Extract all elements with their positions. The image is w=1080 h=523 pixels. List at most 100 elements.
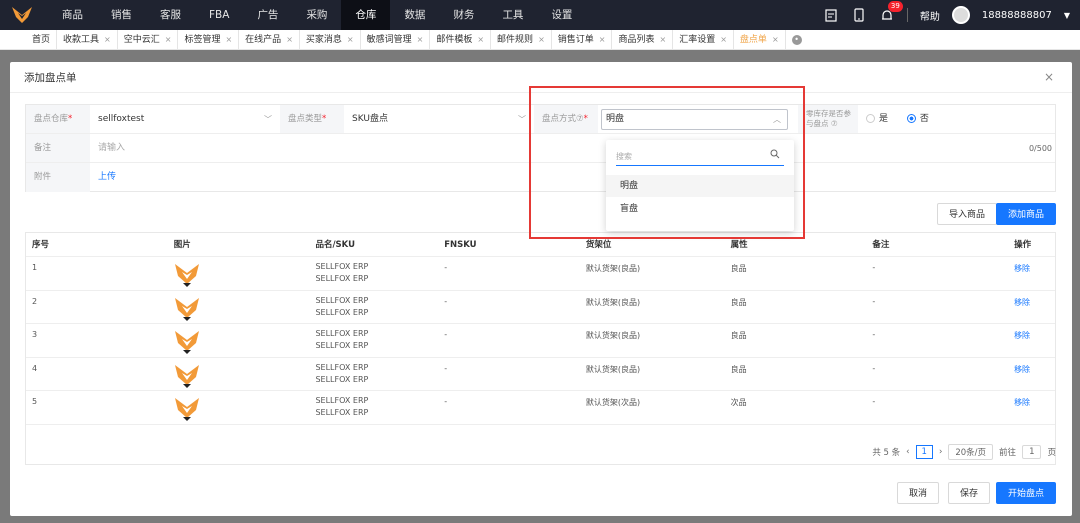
tab[interactable]: 首页 bbox=[26, 29, 58, 50]
tab[interactable]: 邮件规则 × bbox=[491, 29, 552, 50]
tab[interactable]: 在线产品 × bbox=[239, 29, 300, 50]
tab-label: 空中云汇 bbox=[123, 34, 160, 45]
tab[interactable]: 买家消息 × bbox=[300, 29, 361, 50]
row-image bbox=[168, 391, 310, 424]
nav-item[interactable]: 采购 bbox=[292, 0, 341, 30]
nav-item[interactable]: 销售 bbox=[97, 0, 146, 30]
tab-more-icon[interactable]: • bbox=[791, 34, 802, 45]
close-icon[interactable]: × bbox=[772, 30, 779, 50]
mobile-icon[interactable] bbox=[851, 7, 867, 23]
nav-item[interactable]: 工具 bbox=[488, 0, 537, 30]
type-label: 盘点类型* bbox=[280, 105, 344, 133]
page-number[interactable]: 1 bbox=[915, 445, 933, 459]
remove-link[interactable]: 移除 bbox=[1008, 291, 1055, 324]
row-shelf: 默认货架(良品) bbox=[585, 364, 641, 374]
product-sku: SELLFOX ERP bbox=[315, 274, 369, 283]
page-size-select[interactable]: 20条/页 bbox=[948, 444, 994, 460]
tab[interactable]: 敏感词管理 × bbox=[361, 29, 431, 50]
nav-item[interactable]: 仓库 bbox=[341, 0, 391, 30]
tab[interactable]: 汇率设置 × bbox=[673, 29, 734, 50]
row-remark: - bbox=[872, 263, 876, 272]
close-icon[interactable]: × bbox=[660, 30, 667, 50]
user-phone[interactable]: 18888888807 bbox=[982, 10, 1052, 21]
tab[interactable]: 销售订单 × bbox=[552, 29, 613, 50]
close-icon[interactable]: × bbox=[165, 30, 172, 50]
cancel-button[interactable]: 取消 bbox=[896, 482, 939, 504]
product-name: SELLFOX ERP bbox=[315, 329, 369, 338]
row-attr: 良品 bbox=[730, 331, 747, 340]
table-row: 4 SELLFOX ERP SELLFOX ERP - 默认货架(良品) 良品 - 移除 bbox=[26, 358, 1055, 391]
close-icon[interactable]: × bbox=[477, 30, 484, 50]
chevron-down-icon[interactable]: ▼ bbox=[1064, 11, 1070, 20]
row-fnsku: - bbox=[444, 263, 448, 272]
warehouse-select[interactable]: sellfoxtest ﹀ bbox=[90, 105, 280, 133]
tab[interactable]: 盘点单 × bbox=[734, 29, 786, 50]
remove-link[interactable]: 移除 bbox=[1008, 358, 1055, 391]
task-icon[interactable] bbox=[823, 7, 839, 23]
row-name-sku: SELLFOX ERP SELLFOX ERP bbox=[309, 391, 438, 424]
row-remark: - bbox=[872, 330, 876, 339]
bell-icon[interactable]: 39 bbox=[879, 1, 903, 23]
highlight-box bbox=[529, 86, 805, 239]
table-row: 5 SELLFOX ERP SELLFOX ERP - 默认货架(次品) 次品 - 移除 bbox=[26, 391, 1055, 425]
start-inventory-button[interactable]: 开始盘点 bbox=[995, 482, 1056, 504]
row-image bbox=[168, 291, 310, 324]
nav-item[interactable]: 财务 bbox=[439, 0, 488, 30]
upload-link[interactable]: 上传 bbox=[90, 163, 116, 192]
nav-item[interactable]: 广告 bbox=[243, 0, 292, 30]
close-icon[interactable]: × bbox=[1044, 70, 1054, 84]
table-row: 2 SELLFOX ERP SELLFOX ERP - 默认货架(良品) 良品 - 移除 bbox=[26, 291, 1055, 324]
row-shelf: 默认货架(良品) bbox=[585, 264, 641, 273]
row-fnsku: - bbox=[444, 330, 448, 339]
tab[interactable]: 空中云汇 × bbox=[118, 29, 179, 50]
nav-item[interactable]: 数据 bbox=[390, 0, 439, 30]
divider bbox=[906, 8, 908, 22]
chevron-down-icon: ﹀ bbox=[264, 115, 272, 124]
close-icon[interactable]: × bbox=[286, 30, 293, 50]
logo-icon[interactable] bbox=[0, 0, 44, 30]
remove-link[interactable]: 移除 bbox=[1008, 324, 1055, 357]
nav-item[interactable]: 设置 bbox=[537, 0, 586, 30]
tab-label: 商品列表 bbox=[618, 34, 655, 45]
goto-label: 前往 bbox=[999, 448, 1017, 458]
close-icon[interactable]: × bbox=[225, 30, 232, 50]
tab[interactable]: 收款工具 × bbox=[57, 29, 118, 50]
help-link[interactable]: 帮助 bbox=[920, 8, 940, 23]
nav-item[interactable]: 商品 bbox=[48, 0, 97, 30]
add-goods-button[interactable]: 添加商品 bbox=[995, 203, 1056, 225]
close-icon[interactable]: × bbox=[104, 30, 111, 50]
tab-label: 邮件模板 bbox=[436, 34, 473, 45]
tab[interactable]: 邮件模板 × bbox=[430, 29, 492, 50]
top-nav: 商品 销售 客服 FBA 广告 采购 仓库 数据 财务 工具 设置 39 帮助 1888888880… bbox=[0, 0, 1080, 30]
product-thumbnail-icon bbox=[174, 261, 200, 287]
radio-no[interactable] bbox=[906, 114, 916, 123]
close-icon[interactable]: × bbox=[417, 30, 424, 50]
tab[interactable]: 标签管理 × bbox=[178, 29, 240, 50]
close-icon[interactable]: × bbox=[538, 30, 545, 50]
warehouse-label: 盘点仓库* bbox=[26, 105, 90, 133]
avatar[interactable] bbox=[951, 6, 970, 24]
save-button[interactable]: 保存 bbox=[947, 482, 990, 504]
row-image bbox=[168, 257, 310, 290]
row-remark: - bbox=[872, 296, 876, 306]
import-goods-button[interactable]: 导入商品 bbox=[936, 203, 997, 225]
type-select[interactable]: SKU盘点 ﹀ bbox=[344, 105, 534, 133]
close-icon[interactable]: × bbox=[720, 30, 727, 50]
col-header: 备注 bbox=[872, 240, 890, 250]
radio-yes-label: 是 bbox=[879, 114, 889, 124]
radio-yes[interactable] bbox=[866, 114, 875, 123]
goto-input[interactable]: 1 bbox=[1022, 445, 1042, 459]
close-icon[interactable]: × bbox=[599, 30, 606, 50]
tab-label: 买家消息 bbox=[305, 34, 342, 45]
col-header: 品名/SKU bbox=[315, 240, 356, 250]
close-icon[interactable]: × bbox=[347, 30, 354, 50]
attach-label: 附件 bbox=[26, 163, 90, 192]
nav-item[interactable]: 客服 bbox=[146, 0, 195, 30]
prev-page-icon[interactable]: ‹ bbox=[906, 447, 909, 457]
tab-label: 邮件规则 bbox=[497, 34, 534, 45]
tab[interactable]: 商品列表 × bbox=[612, 29, 674, 50]
next-page-icon[interactable]: › bbox=[939, 447, 942, 457]
nav-item[interactable]: FBA bbox=[195, 0, 243, 30]
remove-link[interactable]: 移除 bbox=[1008, 257, 1055, 290]
remove-link[interactable]: 移除 bbox=[1008, 391, 1055, 424]
